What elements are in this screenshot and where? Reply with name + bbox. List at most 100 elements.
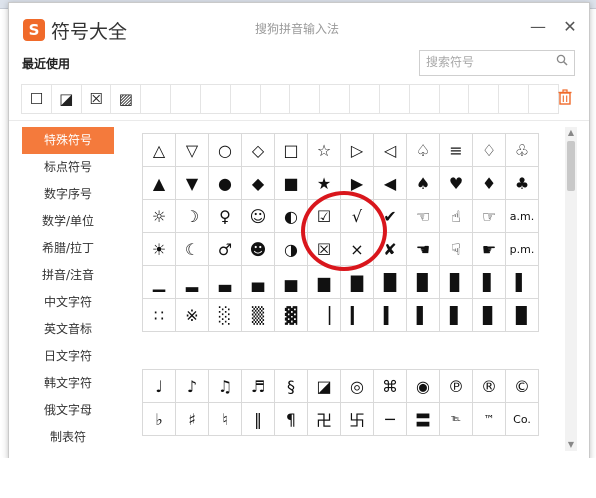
symbol-cell[interactable]: ☚ <box>406 232 440 266</box>
symbol-cell[interactable]: ♢ <box>472 133 506 167</box>
symbol-cell[interactable]: ░ <box>208 298 242 332</box>
symbol-cell[interactable]: ⌘ <box>373 369 407 403</box>
symbol-cell[interactable]: ¶ <box>274 402 308 436</box>
symbol-cell[interactable]: ▕ <box>307 298 341 332</box>
symbol-cell[interactable]: ☼ <box>142 199 176 233</box>
symbol-cell[interactable]: Co. <box>505 402 539 436</box>
category-numbers[interactable]: 数字序号 <box>22 181 114 208</box>
symbol-cell[interactable]: ▉ <box>406 265 440 299</box>
symbol-cell[interactable]: ☛ <box>472 232 506 266</box>
symbol-cell[interactable]: ♫ <box>208 369 242 403</box>
symbol-cell[interactable]: ▁ <box>142 265 176 299</box>
category-russian[interactable]: 俄文字母 <box>22 397 114 424</box>
symbol-cell[interactable]: ™ <box>472 402 506 436</box>
symbol-cell[interactable]: ▂ <box>175 265 209 299</box>
symbol-cell[interactable]: ☆ <box>307 133 341 167</box>
symbol-cell[interactable]: ○ <box>208 133 242 167</box>
scrollbar[interactable]: ▲ ▼ <box>565 127 577 451</box>
symbol-cell[interactable]: █ <box>373 265 407 299</box>
symbol-cell[interactable]: ─ <box>373 402 407 436</box>
symbol-cell[interactable]: ▓ <box>274 298 308 332</box>
scroll-thumb[interactable] <box>567 141 575 191</box>
category-punctuation[interactable]: 标点符号 <box>22 154 114 181</box>
symbol-cell[interactable]: ♥ <box>439 166 473 200</box>
symbol-cell[interactable]: ♬ <box>241 369 275 403</box>
scroll-up-arrow-icon[interactable]: ▲ <box>565 127 577 139</box>
search-input[interactable] <box>426 54 546 70</box>
category-korean[interactable]: 韩文字符 <box>22 370 114 397</box>
symbol-cell[interactable]: ♪ <box>175 369 209 403</box>
symbol-cell[interactable]: 卍 <box>307 402 341 436</box>
recent-symbol[interactable]: ☒ <box>82 85 112 113</box>
symbol-cell[interactable]: ▊ <box>472 298 506 332</box>
symbol-cell[interactable]: ▽ <box>175 133 209 167</box>
symbol-cell[interactable]: 〓 <box>406 402 440 436</box>
symbol-cell[interactable]: ※ <box>175 298 209 332</box>
symbol-cell[interactable]: ■ <box>274 166 308 200</box>
symbol-cell[interactable]: ◉ <box>406 369 440 403</box>
symbol-cell[interactable]: © <box>505 369 539 403</box>
symbol-cell[interactable]: ≡ <box>439 133 473 167</box>
symbol-cell[interactable]: ▆ <box>307 265 341 299</box>
minimize-button[interactable]: — <box>528 17 548 37</box>
category-special-symbols[interactable]: 特殊符号 <box>22 127 114 154</box>
recent-symbol[interactable]: ☐ <box>22 85 52 113</box>
symbol-cell[interactable]: △ <box>142 133 176 167</box>
symbol-cell[interactable]: a.m. <box>505 199 539 233</box>
symbol-cell[interactable]: ☺ <box>241 199 275 233</box>
search-box[interactable] <box>419 50 575 76</box>
symbol-cell[interactable]: ▎ <box>340 298 374 332</box>
symbol-cell[interactable]: ♦ <box>472 166 506 200</box>
symbol-cell[interactable]: ▷ <box>340 133 374 167</box>
category-pinyin-zhuyin[interactable]: 拼音/注音 <box>22 262 114 289</box>
trash-icon[interactable] <box>557 89 573 105</box>
symbol-cell[interactable]: ♩ <box>142 369 176 403</box>
symbol-cell[interactable]: ☾ <box>175 232 209 266</box>
symbol-cell[interactable]: 卐 <box>340 402 374 436</box>
recent-symbol[interactable]: ▨ <box>111 85 142 113</box>
symbol-cell[interactable]: ♠ <box>406 166 440 200</box>
recent-symbol[interactable]: ◪ <box>52 85 82 113</box>
symbol-cell[interactable]: ▌ <box>406 298 440 332</box>
symbol-cell[interactable]: ◀ <box>373 166 407 200</box>
symbol-cell[interactable]: ☟ <box>439 232 473 266</box>
symbol-cell[interactable]: ▃ <box>208 265 242 299</box>
category-japanese[interactable]: 日文字符 <box>22 343 114 370</box>
symbol-cell[interactable]: p.m. <box>505 232 539 266</box>
symbol-cell[interactable]: ☽ <box>175 199 209 233</box>
symbol-cell[interactable]: ◪ <box>307 369 341 403</box>
symbol-cell[interactable]: ▍ <box>373 298 407 332</box>
symbol-cell[interactable]: ▄ <box>241 265 275 299</box>
symbol-cell[interactable]: ® <box>472 369 506 403</box>
symbol-cell[interactable]: ● <box>208 166 242 200</box>
symbol-cell[interactable]: ▊ <box>439 265 473 299</box>
symbol-cell[interactable]: ℡ <box>439 402 473 436</box>
category-box-drawing[interactable]: 制表符 <box>22 424 114 451</box>
symbol-cell[interactable]: ♣ <box>505 166 539 200</box>
category-greek-latin[interactable]: 希腊/拉丁 <box>22 235 114 262</box>
symbol-cell[interactable]: ▅ <box>274 265 308 299</box>
scroll-down-arrow-icon[interactable]: ▼ <box>565 439 577 451</box>
symbol-cell[interactable]: ▒ <box>241 298 275 332</box>
close-button[interactable]: ✕ <box>560 17 580 37</box>
symbol-cell[interactable]: ♧ <box>505 133 539 167</box>
symbol-cell[interactable]: ☀ <box>142 232 176 266</box>
symbol-cell[interactable]: ▲ <box>142 166 176 200</box>
symbol-cell[interactable]: ℗ <box>439 369 473 403</box>
symbol-cell[interactable]: § <box>274 369 308 403</box>
symbol-cell[interactable]: ▼ <box>175 166 209 200</box>
category-math-units[interactable]: 数学/单位 <box>22 208 114 235</box>
symbol-cell[interactable]: ♤ <box>406 133 440 167</box>
symbol-cell[interactable]: ◆ <box>241 166 275 200</box>
symbol-cell[interactable]: ☞ <box>472 199 506 233</box>
symbol-cell[interactable]: ☻ <box>241 232 275 266</box>
symbol-cell[interactable]: ◁ <box>373 133 407 167</box>
symbol-cell[interactable]: ▋ <box>439 298 473 332</box>
symbol-cell[interactable]: ♀ <box>208 199 242 233</box>
symbol-cell[interactable]: ☝ <box>439 199 473 233</box>
symbol-cell[interactable]: ♮ <box>208 402 242 436</box>
symbol-cell[interactable]: ♭ <box>142 402 176 436</box>
symbol-cell[interactable]: ☜ <box>406 199 440 233</box>
symbol-cell[interactable]: ▉ <box>505 298 539 332</box>
symbol-cell[interactable]: ∷ <box>142 298 176 332</box>
